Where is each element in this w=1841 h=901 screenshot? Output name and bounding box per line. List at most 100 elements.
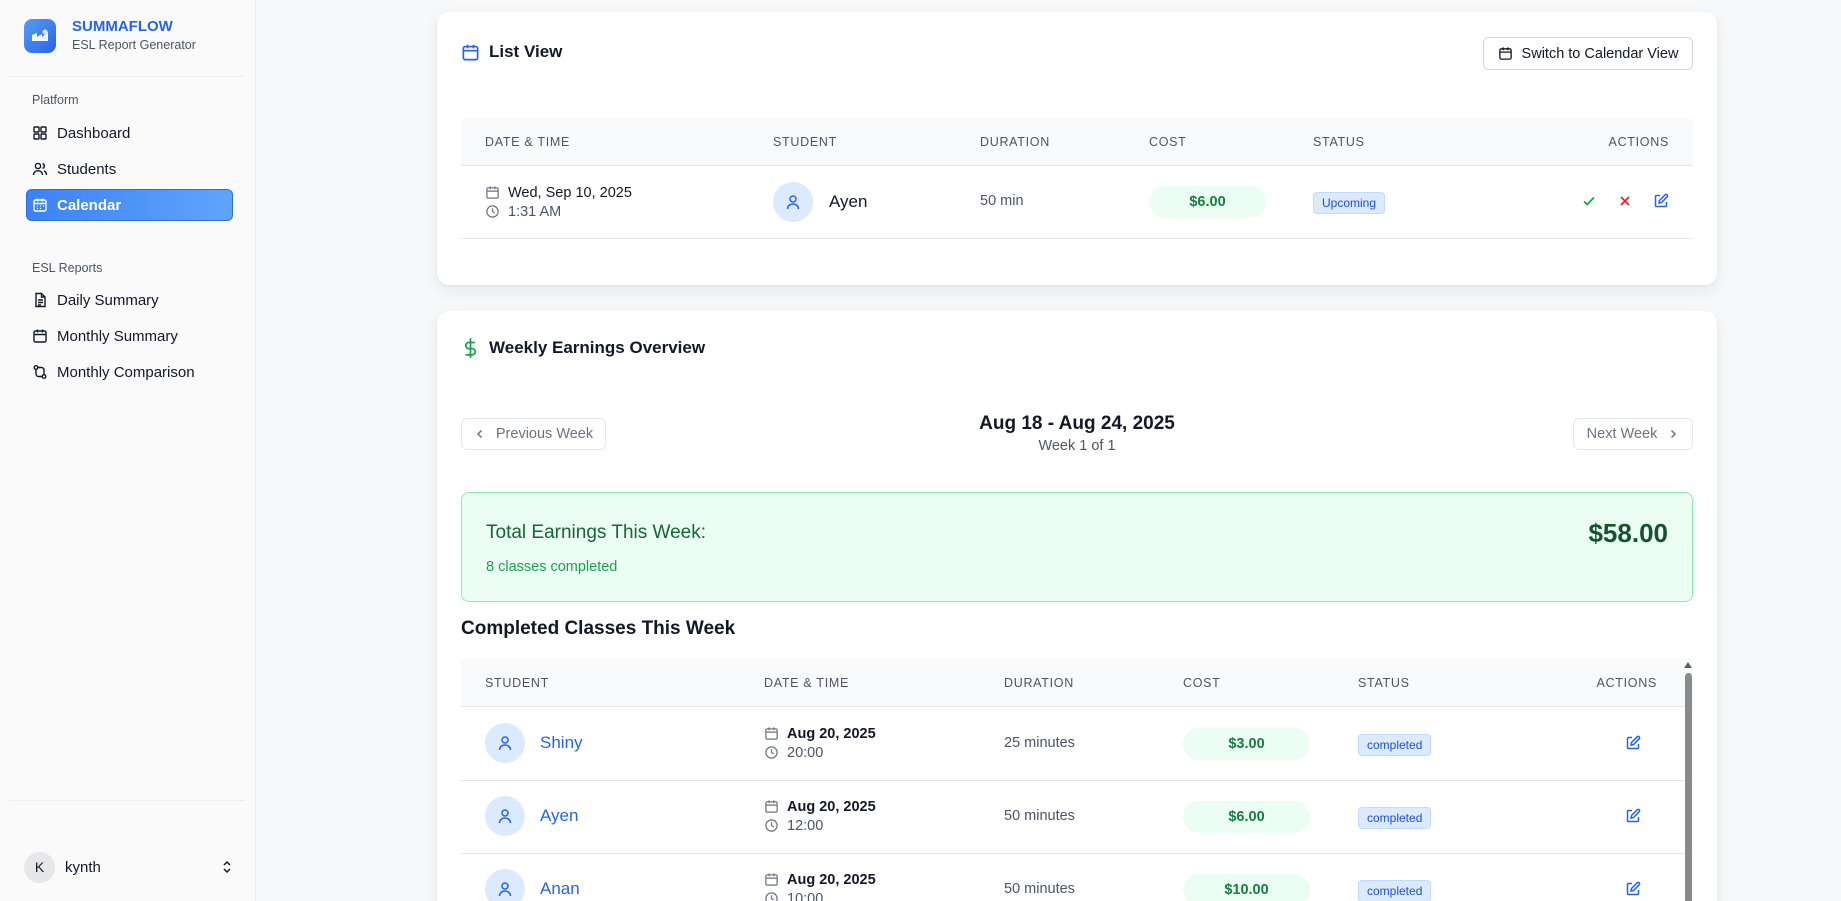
- weekly-heading: Weekly Earnings Overview: [461, 337, 705, 359]
- file-text-icon: [35, 292, 46, 308]
- date-time-cell: Wed, Sep 10, 2025 1:31 AM: [485, 183, 632, 221]
- edit-button[interactable]: [1625, 735, 1645, 755]
- edit-icon: [1626, 808, 1641, 823]
- week-range: Aug 18 - Aug 24, 2025 Week 1 of 1: [437, 412, 1717, 456]
- status-badge: completed: [1358, 807, 1432, 829]
- col-duration: DURATION: [980, 135, 1050, 149]
- app-logo-icon: [24, 19, 56, 53]
- sidebar-item-label: Dashboard: [57, 124, 131, 142]
- switch-to-calendar-label: Switch to Calendar View: [1521, 45, 1679, 62]
- week-range-text: Aug 18 - Aug 24, 2025: [979, 413, 1175, 434]
- col-cost: COST: [1183, 676, 1221, 690]
- calendar-icon: [33, 329, 47, 343]
- date-time-cell: Aug 20, 2025 10:00: [764, 870, 876, 901]
- student-name-link[interactable]: Ayen: [540, 806, 578, 826]
- user-icon: [498, 736, 512, 751]
- list-view-card: List View Switch to Calendar View DATE &…: [437, 12, 1717, 285]
- list-view-heading: List View: [461, 42, 562, 62]
- grid-icon: [33, 126, 47, 140]
- next-week-button[interactable]: Next Week: [1573, 418, 1693, 450]
- close-icon: [1620, 196, 1630, 206]
- edit-icon: [1626, 881, 1641, 896]
- switch-to-calendar-button[interactable]: Switch to Calendar View: [1483, 37, 1693, 70]
- user-icon: [786, 195, 800, 210]
- brand[interactable]: SUMMAFLOW ESL Report Generator: [24, 18, 196, 54]
- user-icon: [498, 809, 512, 824]
- sidebar: SUMMAFLOW ESL Report Generator Platform …: [0, 0, 256, 901]
- row-date: Wed, Sep 10, 2025: [508, 184, 632, 201]
- clock-icon: [765, 819, 778, 832]
- group-label-esl-reports: ESL Reports: [32, 261, 103, 275]
- date-time-cell: Aug 20, 2025 20:00: [764, 724, 876, 762]
- completed-table-header: STUDENT DATE & TIME DURATION COST STATUS…: [461, 659, 1693, 707]
- table-scrollbar[interactable]: [1683, 659, 1693, 901]
- edit-icon: [1626, 735, 1641, 750]
- sidebar-item-students[interactable]: Students: [26, 153, 233, 185]
- date-time-cell: Aug 20, 2025 12:00: [764, 797, 876, 835]
- user-icon: [498, 882, 512, 897]
- list-view-title: List View: [489, 42, 563, 61]
- row-duration: 50 minutes: [1004, 881, 1075, 897]
- sidebar-divider: [10, 800, 245, 801]
- student-name-link[interactable]: Shiny: [540, 733, 583, 753]
- table-row[interactable]: Shiny Aug 20, 2025 20:00 25 minutes $3.0…: [461, 708, 1693, 781]
- total-earnings-value: $58.00: [1588, 518, 1668, 548]
- table-row[interactable]: Wed, Sep 10, 2025 1:31 AM Ayen 50 min $6…: [461, 166, 1693, 239]
- dollar-icon: [464, 338, 477, 358]
- sidebar-item-monthly-summary[interactable]: Monthly Summary: [26, 320, 233, 352]
- week-index: Week 1 of 1: [1038, 438, 1116, 454]
- user-menu[interactable]: K kynth: [24, 851, 234, 883]
- row-duration: 50 min: [980, 193, 1024, 209]
- calendar-icon: [462, 44, 479, 60]
- sidebar-item-label: Students: [57, 160, 117, 178]
- table-row[interactable]: Anan Aug 20, 2025 10:00 50 minutes $10.0…: [461, 854, 1693, 901]
- total-earnings-box: Total Earnings This Week: 8 classes comp…: [461, 492, 1693, 602]
- table-row[interactable]: Ayen Aug 20, 2025 12:00 50 minutes $6.00…: [461, 781, 1693, 854]
- sidebar-divider: [10, 76, 245, 77]
- cost-pill: $3.00: [1183, 728, 1310, 760]
- edit-button[interactable]: [1653, 193, 1673, 213]
- brand-name: SUMMAFLOW: [72, 18, 173, 35]
- col-cost: COST: [1149, 135, 1187, 149]
- sidebar-item-monthly-comparison[interactable]: Monthly Comparison: [26, 356, 233, 388]
- col-actions: ACTIONS: [1608, 135, 1669, 149]
- weekly-title: Weekly Earnings Overview: [489, 338, 706, 357]
- calendar-icon: [33, 198, 47, 212]
- student-name-link[interactable]: Anan: [540, 879, 580, 899]
- col-status: STATUS: [1358, 676, 1410, 690]
- list-table-header: DATE & TIME STUDENT DURATION COST STATUS…: [461, 118, 1693, 166]
- col-date-time: DATE & TIME: [485, 135, 571, 149]
- student-avatar: [485, 723, 525, 763]
- calendar-icon: [1498, 47, 1512, 60]
- git-compare-icon: [33, 365, 47, 379]
- total-earnings-label: Total Earnings This Week:: [486, 522, 707, 543]
- clock-icon: [765, 892, 778, 901]
- row-time: 1:31 AM: [508, 203, 562, 220]
- sidebar-item-daily-summary[interactable]: Daily Summary: [26, 284, 233, 316]
- complete-button[interactable]: [1581, 193, 1601, 213]
- row-duration: 25 minutes: [1004, 735, 1075, 751]
- col-date-time: DATE & TIME: [764, 676, 850, 690]
- sidebar-item-calendar[interactable]: Calendar: [26, 189, 233, 221]
- edit-button[interactable]: [1625, 808, 1645, 828]
- cancel-button[interactable]: [1617, 193, 1637, 213]
- sidebar-item-label: Monthly Comparison: [57, 363, 195, 381]
- col-duration: DURATION: [1004, 676, 1074, 690]
- clock-icon: [486, 205, 499, 218]
- sidebar-item-dashboard[interactable]: Dashboard: [26, 117, 233, 149]
- chevrons-up-down-icon: [223, 860, 231, 874]
- calendar-icon: [486, 186, 499, 199]
- edit-button[interactable]: [1625, 881, 1645, 901]
- row-date: Aug 20, 2025: [787, 798, 876, 815]
- brand-subtitle: ESL Report Generator: [72, 38, 196, 52]
- scrollbar-thumb[interactable]: [1685, 673, 1692, 901]
- student-cell: Ayen: [773, 182, 867, 222]
- weekly-earnings-card: Weekly Earnings Overview Previous Week A…: [437, 311, 1717, 901]
- col-actions: ACTIONS: [1596, 676, 1657, 690]
- scroll-up-arrow-icon: [1684, 662, 1692, 668]
- sidebar-item-label: Monthly Summary: [57, 327, 178, 345]
- clock-icon: [765, 746, 778, 759]
- chevron-right-icon: [1671, 429, 1677, 439]
- row-time: 12:00: [787, 817, 824, 834]
- student-avatar: [773, 182, 813, 222]
